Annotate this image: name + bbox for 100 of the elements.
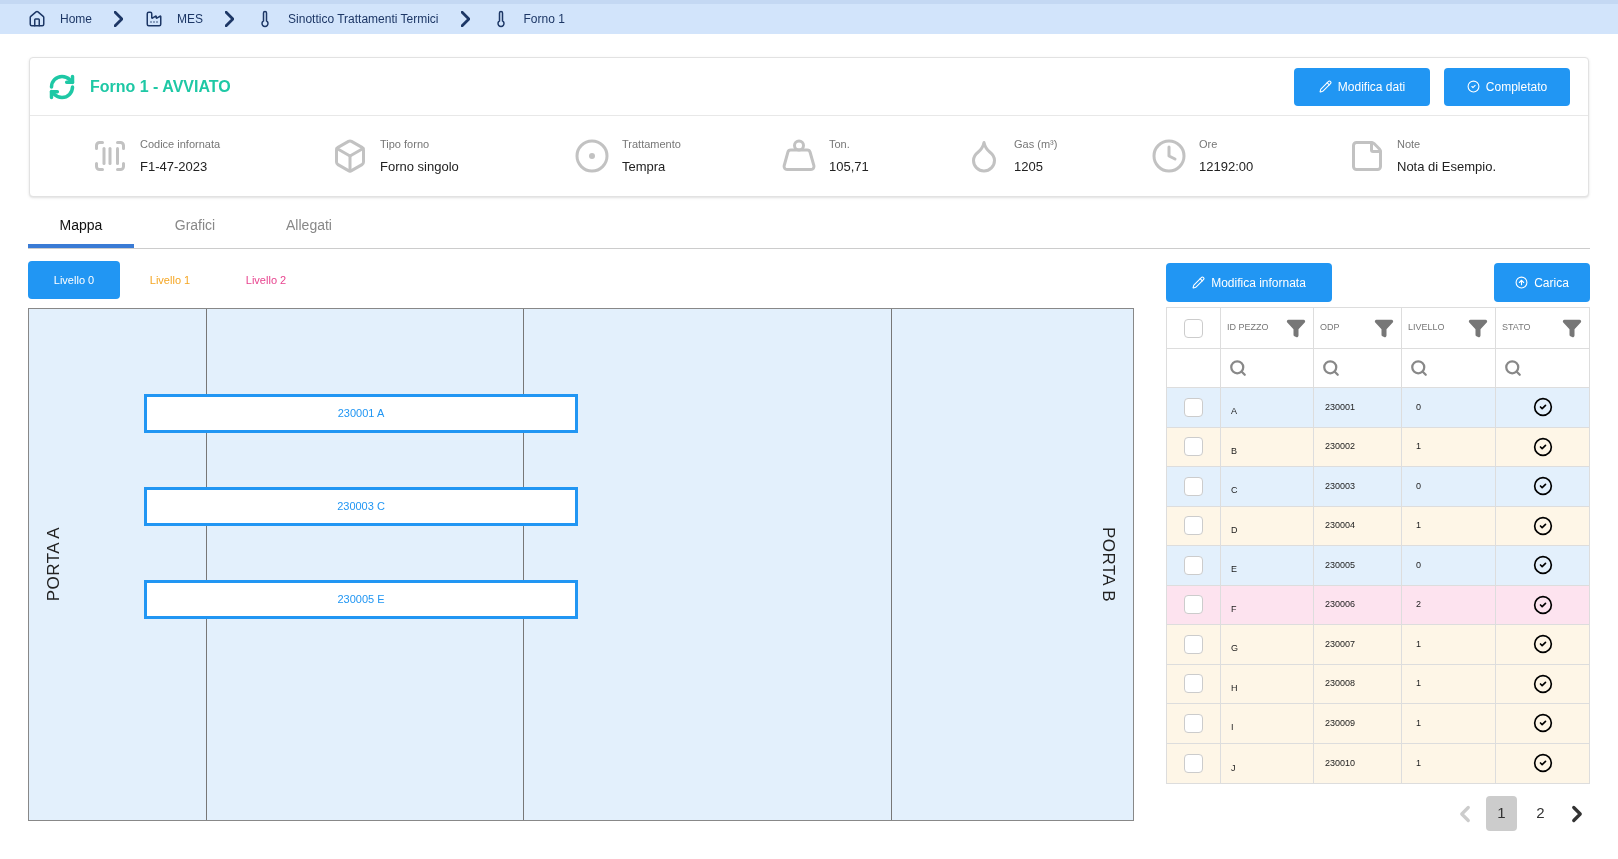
column-header: STATO [1502, 321, 1531, 335]
level-tab[interactable]: Livello 2 [220, 261, 312, 299]
chevron-right-icon [460, 11, 470, 27]
column-header: ID PEZZO [1227, 321, 1269, 335]
table-row[interactable]: J 230010 1 [1167, 743, 1589, 783]
info-value: 105,71 [829, 157, 869, 176]
check-circle-icon [1532, 476, 1553, 497]
check-circle-icon [1532, 634, 1553, 655]
page-button[interactable]: 2 [1525, 796, 1556, 831]
door-label: PORTA B [1098, 526, 1119, 603]
breadcrumb-link[interactable]: Forno 1 [523, 10, 565, 28]
checkbox[interactable] [1184, 397, 1203, 417]
factory-icon [145, 10, 163, 28]
table-row[interactable]: E 230005 0 [1167, 546, 1589, 586]
checkbox[interactable] [1184, 713, 1203, 733]
checkbox[interactable] [1184, 555, 1203, 575]
search-icon[interactable] [1322, 359, 1340, 377]
check-circle-icon [1532, 397, 1553, 418]
checkbox[interactable] [1184, 476, 1203, 496]
table-cell: 230001 [1325, 400, 1356, 414]
table-cell: 1 [1416, 637, 1421, 651]
breadcrumb-link[interactable]: Sinottico Trattamenti Termici [288, 10, 439, 28]
checkbox[interactable] [1184, 634, 1203, 654]
check-circle-icon [1466, 80, 1480, 93]
filter-icon[interactable] [1285, 318, 1307, 338]
table-cell-text: 1 [1416, 677, 1421, 690]
info-label: Tipo forno [380, 137, 431, 152]
check-circle-icon [1532, 753, 1553, 774]
filter-icon[interactable] [1373, 318, 1395, 338]
table-cell-text: 1 [1416, 519, 1421, 532]
checkbox[interactable] [1184, 318, 1203, 338]
info-label: Codice infornata [140, 137, 221, 152]
table-cell: 0 [1416, 558, 1421, 572]
search-icon[interactable] [1504, 359, 1522, 377]
table-cell: F [1231, 602, 1237, 616]
info-label: Gas (m³) [1014, 137, 1058, 152]
info-value: Tempra [622, 157, 667, 176]
table-cell: 230003 [1325, 479, 1356, 493]
search-icon[interactable] [1410, 359, 1428, 377]
info-value: Forno singolo [380, 157, 459, 176]
weight-icon [781, 138, 817, 174]
table-cell-text: 230004 [1325, 519, 1356, 532]
info-value: Nota di Esempio. [1397, 157, 1496, 176]
info-value: 1205 [1014, 157, 1044, 176]
table-cell-text: C [1231, 484, 1238, 497]
barcode-icon [92, 138, 128, 174]
table-cell-text: E [1231, 563, 1237, 576]
page-button[interactable]: 1 [1486, 796, 1517, 831]
table-row[interactable]: F 230006 2 [1167, 585, 1589, 625]
info-label: Note [1397, 137, 1422, 152]
breadcrumb-link[interactable]: Home [60, 10, 92, 28]
clock-icon [1151, 138, 1187, 174]
table-cell-text: 230008 [1325, 677, 1356, 690]
check-circle-icon [1532, 713, 1553, 734]
table-row[interactable]: A 230001 0 [1167, 388, 1589, 428]
table-row[interactable]: G 230007 1 [1167, 625, 1589, 665]
checkbox[interactable] [1184, 516, 1203, 536]
checkbox[interactable] [1184, 437, 1203, 457]
table-cell-text: 2 [1416, 598, 1421, 611]
table-cell: 0 [1416, 479, 1421, 493]
tab[interactable]: Mappa [28, 207, 134, 248]
table-row[interactable]: C 230003 0 [1167, 467, 1589, 507]
checkbox[interactable] [1184, 753, 1203, 773]
table-cell: B [1231, 444, 1237, 458]
search-icon[interactable] [1229, 359, 1247, 377]
tab[interactable]: Allegati [256, 207, 362, 248]
check-circle-icon [1532, 515, 1553, 536]
checkbox[interactable] [1184, 674, 1203, 694]
table-cell: 230007 [1325, 637, 1356, 651]
check-circle-icon [1532, 555, 1553, 576]
table-row[interactable]: H 230008 1 [1167, 664, 1589, 704]
info-label: Ore [1199, 137, 1219, 152]
filter-icon[interactable] [1467, 318, 1489, 338]
checkbox[interactable] [1184, 595, 1203, 615]
upload-icon [1515, 276, 1529, 289]
table-row[interactable]: B 230002 1 [1167, 427, 1589, 467]
table-row[interactable]: I 230009 1 [1167, 704, 1589, 744]
column-header: ODP [1320, 321, 1340, 335]
tab[interactable]: Grafici [142, 207, 248, 248]
table-cell: 0 [1416, 400, 1421, 414]
table-cell: J [1231, 761, 1236, 775]
door-label: PORTA A [43, 527, 64, 602]
table-cell: 230010 [1325, 756, 1356, 770]
chevron-right-icon [114, 11, 123, 27]
table-cell: H [1231, 681, 1238, 695]
check-circle-icon [1532, 673, 1553, 694]
table-row[interactable]: D 230004 1 [1167, 506, 1589, 546]
info-value: F1-47-2023 [140, 157, 209, 176]
breadcrumb-link[interactable]: MES [177, 10, 204, 28]
filter-icon[interactable] [1561, 318, 1583, 338]
note-icon [1349, 138, 1385, 174]
target-icon [574, 138, 610, 174]
table-cell: 230009 [1325, 716, 1356, 730]
chevron-right-icon [225, 11, 235, 27]
table-cell-text: I [1231, 721, 1234, 734]
check-circle-icon [1532, 594, 1553, 615]
table-cell: 1 [1416, 716, 1421, 730]
table-cell: 230005 [1325, 558, 1356, 572]
pencil-icon [1318, 80, 1332, 93]
refresh-icon [48, 72, 76, 101]
